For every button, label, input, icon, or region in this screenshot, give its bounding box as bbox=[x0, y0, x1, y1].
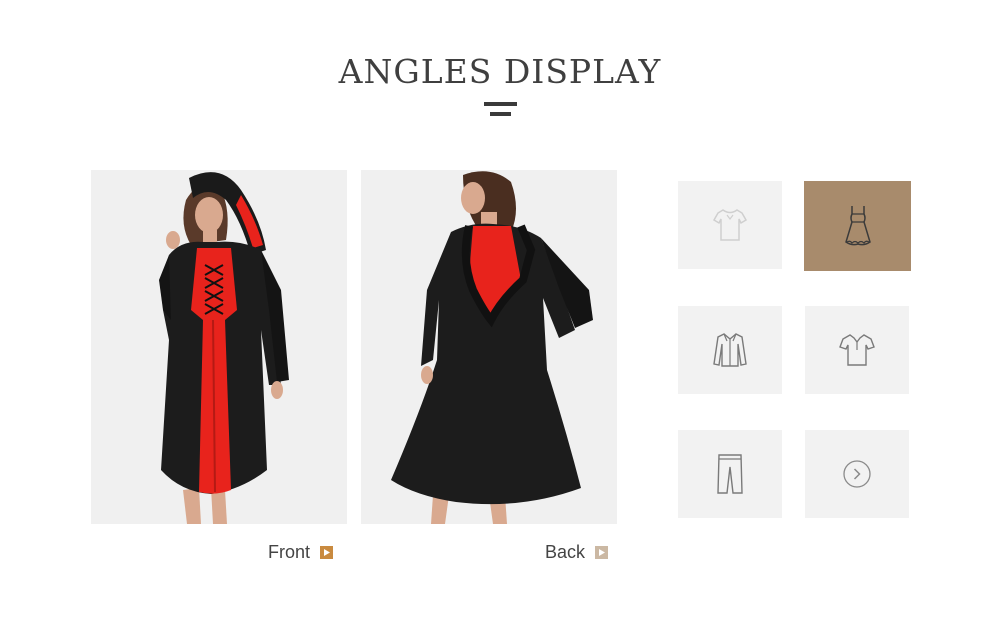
pants-icon bbox=[717, 454, 743, 494]
front-dress-illustration bbox=[159, 172, 289, 524]
thumbnail-pants[interactable] bbox=[678, 430, 782, 518]
front-view-label[interactable]: Front bbox=[268, 540, 334, 564]
back-label-text: Back bbox=[545, 541, 586, 562]
thumbnail-polo[interactable] bbox=[805, 306, 909, 394]
play-icon[interactable] bbox=[320, 545, 334, 559]
play-icon[interactable] bbox=[595, 545, 609, 559]
thumbnail-shirt[interactable] bbox=[678, 306, 782, 394]
back-view-label[interactable]: Back bbox=[545, 540, 609, 564]
title-divider-icon bbox=[484, 102, 517, 118]
polo-shirt-icon bbox=[839, 334, 875, 366]
thumbnail-next[interactable] bbox=[805, 430, 909, 518]
front-label-text: Front bbox=[268, 541, 311, 562]
tshirt-icon bbox=[712, 209, 748, 241]
shirt-icon bbox=[713, 333, 747, 367]
back-view-photo[interactable] bbox=[361, 170, 617, 524]
thumbnail-dress[interactable] bbox=[804, 181, 911, 271]
front-view-photo[interactable] bbox=[91, 170, 347, 524]
angles-display-section: ANGLES DISPLAY Front Back bbox=[0, 0, 1000, 618]
next-arrow-icon bbox=[843, 460, 871, 488]
section-title: ANGLES DISPLAY bbox=[338, 52, 662, 91]
thumbnail-tshirt[interactable] bbox=[678, 181, 782, 269]
dress-icon bbox=[844, 206, 871, 246]
back-dress-illustration bbox=[391, 171, 593, 524]
